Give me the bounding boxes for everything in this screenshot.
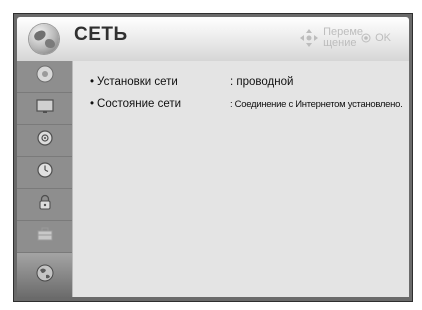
globe-icon	[29, 24, 59, 54]
sidebar-item-audio[interactable]	[17, 125, 72, 157]
row-label: Состояние сети	[97, 98, 182, 110]
sidebar-item-options[interactable]	[17, 221, 72, 253]
hint-move-label: Переме щение	[323, 26, 364, 49]
category-sidebar	[17, 61, 72, 297]
row-value: : Соединение с Интернетом установлено.	[230, 99, 403, 110]
screen-icon	[34, 95, 56, 122]
sidebar-item-screen[interactable]	[17, 93, 72, 125]
menu-row-network-status[interactable]: • Состояние сети : Соединение с Интернето…	[90, 98, 403, 114]
page-title: СЕТЬ	[74, 24, 128, 45]
row-value: : проводной	[230, 76, 294, 88]
bullet: •	[90, 76, 95, 88]
ok-button-icon	[361, 33, 371, 43]
lock-icon	[34, 191, 56, 218]
sidebar-item-picture[interactable]	[17, 61, 72, 93]
network-icon	[34, 262, 56, 289]
clock-icon	[34, 159, 56, 186]
sidebar-item-lock[interactable]	[17, 189, 72, 221]
dpad-icon	[299, 28, 319, 48]
bullet: •	[90, 98, 95, 110]
options-icon	[34, 223, 56, 250]
sidebar-item-network[interactable]	[17, 253, 72, 297]
hint-ok-label: OK	[375, 32, 391, 44]
network-settings-panel: • Установки сети : проводной • Состояние с…	[72, 61, 409, 297]
picture-icon	[34, 63, 56, 90]
menu-header: СЕТЬ Переме щение OK	[17, 17, 409, 61]
row-label: Установки сети	[97, 76, 178, 88]
navigation-hint: Переме щение OK	[299, 23, 391, 53]
audio-icon	[34, 127, 56, 154]
sidebar-item-time[interactable]	[17, 157, 72, 189]
menu-row-network-settings[interactable]: • Установки сети : проводной	[90, 76, 400, 92]
